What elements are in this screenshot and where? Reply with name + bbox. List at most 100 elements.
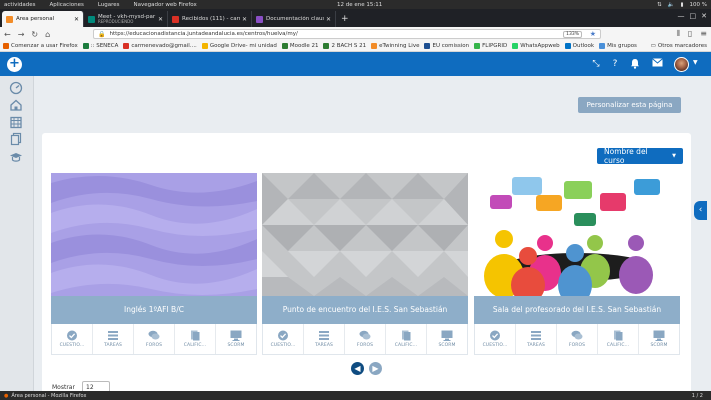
lock-icon[interactable]: 🔒 xyxy=(98,31,105,38)
tab-gmail[interactable]: Recibidos (111) - carme ✕ xyxy=(168,11,252,27)
tasks-list-icon xyxy=(108,331,118,340)
expand-icon[interactable]: ⤡ xyxy=(590,58,602,70)
close-tab-icon[interactable]: ✕ xyxy=(74,16,79,23)
groups-icon xyxy=(599,43,606,49)
activity-assignments[interactable]: TAREAS xyxy=(304,324,345,354)
os-menu-apps[interactable]: Aplicaciones xyxy=(49,2,83,8)
url-bar[interactable]: 🔒 https://educacionadistancia.juntadeand… xyxy=(93,29,601,39)
menu-icon[interactable]: ≡ xyxy=(700,29,707,39)
battery-icon[interactable]: ▮ xyxy=(680,2,683,8)
bookmark-item[interactable]: Comenzar a usar Firefox xyxy=(3,43,78,49)
close-tab-icon[interactable]: ✕ xyxy=(242,16,247,23)
workspace-indicator[interactable]: 1 / 2 xyxy=(692,393,703,399)
taskbar-window-title[interactable]: Área personal - Mozilla Firefox xyxy=(11,393,86,399)
bookmark-item[interactable]: eTwinning Live xyxy=(371,43,419,49)
bookmark-item[interactable]: Mis grupos xyxy=(599,43,637,49)
activity-forums[interactable]: FOROS xyxy=(345,324,386,354)
os-menu-places[interactable]: Lugares xyxy=(98,2,120,8)
drive-icon xyxy=(201,43,208,49)
close-window-icon[interactable]: ✕ xyxy=(701,12,707,20)
course-card[interactable]: Inglés 1ºAFI B/C CUESTIO... TAREAS FOROS… xyxy=(51,173,257,355)
prev-page-arrow-icon[interactable]: ◀ xyxy=(351,362,364,375)
messages-envelope-icon[interactable] xyxy=(651,58,663,70)
bookmark-item[interactable]: WhatsAppweb xyxy=(512,43,560,49)
tab-documentacion[interactable]: Documentación claustro ✕ xyxy=(252,11,336,27)
customize-page-button[interactable]: Personalizar esta página xyxy=(578,97,681,113)
minimize-icon[interactable]: — xyxy=(678,12,685,20)
course-image[interactable] xyxy=(474,173,680,296)
private-files-icon[interactable] xyxy=(9,132,23,146)
activity-assignments[interactable]: TAREAS xyxy=(516,324,557,354)
activity-scorm[interactable]: SCORM xyxy=(427,324,467,354)
course-activities: CUESTIO... TAREAS FOROS CALIFIC... SCORM xyxy=(474,324,680,355)
close-tab-icon[interactable]: ✕ xyxy=(158,16,163,23)
zoom-level[interactable]: 133% xyxy=(563,31,582,38)
activity-quiz[interactable]: CUESTIO... xyxy=(475,324,516,354)
tab-meet[interactable]: Meet - vkh-mysd-par REPRODUCIENDO ✕ xyxy=(84,11,168,27)
bookmark-item[interactable]: :: SENECA xyxy=(82,43,118,49)
other-bookmarks[interactable]: ▭ Otros marcadores xyxy=(651,43,707,49)
new-tab-button[interactable]: + xyxy=(336,11,354,27)
user-menu-caret-icon[interactable]: ▼ xyxy=(693,59,698,66)
bookmark-star-icon[interactable]: ★ xyxy=(590,30,596,38)
course-card[interactable]: Punto de encuentro del I.E.S. San Sebast… xyxy=(262,173,468,355)
help-icon[interactable]: ? xyxy=(609,58,621,70)
close-tab-icon[interactable]: ✕ xyxy=(326,16,331,23)
tab-area-personal[interactable]: Área personal ✕ xyxy=(2,11,84,27)
scorm-monitor-icon xyxy=(441,330,453,341)
bookmark-item[interactable]: 2 BACH S 21 xyxy=(323,43,366,49)
add-block-button[interactable]: + xyxy=(7,57,22,72)
tab-title: Área personal xyxy=(16,15,55,22)
bookmark-item[interactable]: carmenevado@gmail.... xyxy=(123,43,197,49)
course-title[interactable]: Inglés 1ºAFI B/C xyxy=(51,296,257,324)
taskbar: ● Área personal - Mozilla Firefox 1 / 2 xyxy=(0,391,711,400)
os-clock[interactable]: 12 de ene 15:11 xyxy=(337,2,382,8)
bookmark-item[interactable]: Outlook xyxy=(564,43,594,49)
activity-grades[interactable]: CALIFIC... xyxy=(598,324,639,354)
library-icon[interactable]: ⫴ xyxy=(677,29,680,39)
sidebar-toggle-icon[interactable]: ▯ xyxy=(688,29,692,39)
notifications-bell-icon[interactable] xyxy=(629,58,641,70)
moodle-icon xyxy=(281,43,288,49)
os-menu-browser[interactable]: Navegador web Firefox xyxy=(134,2,197,8)
reload-icon[interactable]: ↻ xyxy=(31,30,38,39)
home-icon[interactable]: ⌂ xyxy=(45,30,50,39)
bookmark-item[interactable]: FLIPGRID xyxy=(474,43,507,49)
maximize-icon[interactable]: □ xyxy=(690,12,697,20)
network-icon[interactable]: ⇅ xyxy=(657,2,662,8)
activity-scorm[interactable]: SCORM xyxy=(639,324,679,354)
activity-forums[interactable]: FOROS xyxy=(557,324,598,354)
volume-icon[interactable]: 🔈 xyxy=(668,2,675,8)
activity-grades[interactable]: CALIFIC... xyxy=(175,324,216,354)
course-card[interactable]: Sala del profesorado del I.E.S. San Seba… xyxy=(474,173,680,355)
url-text[interactable]: https://educacionadistancia.juntadeandal… xyxy=(109,31,297,37)
open-blocks-drawer-chevron-icon[interactable]: ‹ xyxy=(694,201,707,220)
scorm-monitor-icon xyxy=(653,330,665,341)
activity-scorm[interactable]: SCORM xyxy=(216,324,256,354)
activity-assignments[interactable]: TAREAS xyxy=(93,324,134,354)
activity-forums[interactable]: FOROS xyxy=(134,324,175,354)
back-icon[interactable]: ← xyxy=(4,30,11,39)
course-title[interactable]: Sala del profesorado del I.E.S. San Seba… xyxy=(474,296,680,324)
my-courses-graduation-cap-icon[interactable] xyxy=(9,150,23,164)
firefox-taskbar-icon[interactable]: ● xyxy=(4,393,8,399)
gmail-icon xyxy=(123,43,130,49)
course-image[interactable] xyxy=(51,173,257,296)
bookmark-item[interactable]: EU comission xyxy=(424,43,469,49)
course-title[interactable]: Punto de encuentro del I.E.S. San Sebast… xyxy=(262,296,468,324)
sort-dropdown-button[interactable]: Nombre del curso ▼ xyxy=(597,147,683,165)
activity-quiz[interactable]: CUESTIO... xyxy=(52,324,93,354)
tab-title: Recibidos (111) - carme xyxy=(182,15,240,22)
activity-grades[interactable]: CALIFIC... xyxy=(386,324,427,354)
user-avatar[interactable] xyxy=(674,57,689,72)
os-activities[interactable]: actividades xyxy=(4,2,35,8)
dashboard-gauge-icon[interactable] xyxy=(9,81,23,95)
course-image[interactable] xyxy=(262,173,468,296)
next-page-arrow-icon[interactable]: ▶ xyxy=(369,362,382,375)
home-icon[interactable] xyxy=(9,98,23,112)
activity-quiz[interactable]: CUESTIO... xyxy=(263,324,304,354)
bookmark-item[interactable]: Moodle 21 xyxy=(281,43,318,49)
bookmark-item[interactable]: Google Drive- mi unidad xyxy=(201,43,277,49)
calendar-icon[interactable] xyxy=(9,115,23,129)
forward-icon[interactable]: → xyxy=(18,30,25,39)
